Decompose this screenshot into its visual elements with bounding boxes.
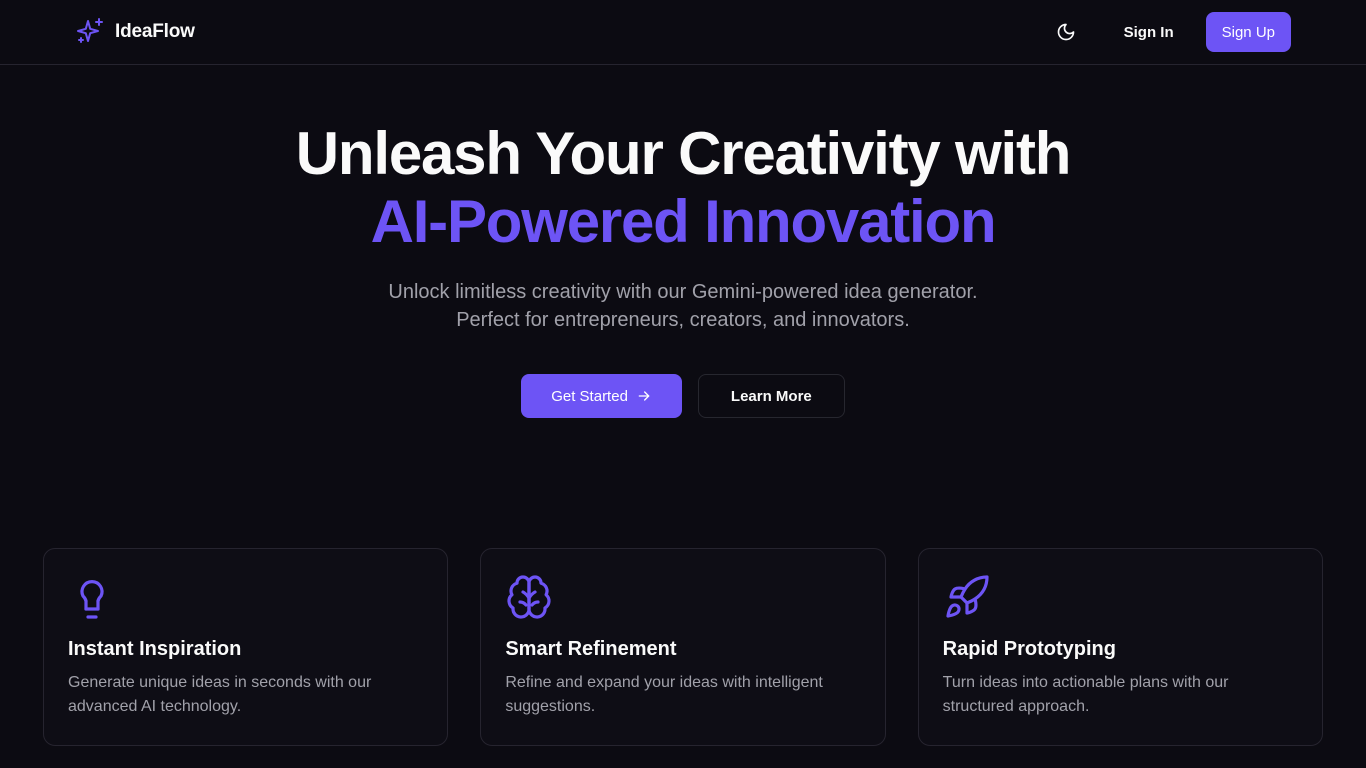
arrow-right-icon bbox=[638, 391, 650, 401]
feature-card: Smart Refinement Refine and expand your … bbox=[480, 548, 886, 746]
feature-title: Smart Refinement bbox=[505, 638, 677, 660]
sign-up-button[interactable]: Sign Up bbox=[1205, 12, 1291, 52]
hero-title-highlight: AI-Powered Innovation bbox=[370, 188, 997, 255]
lightbulb-icon bbox=[80, 580, 104, 619]
theme-toggle-button[interactable] bbox=[1046, 12, 1086, 52]
get-started-label: Get Started bbox=[551, 387, 628, 405]
rocket-icon bbox=[946, 575, 989, 618]
hero-title-line1: Unleash Your Creativity with bbox=[295, 120, 1072, 187]
sign-in-button[interactable]: Sign In bbox=[1108, 12, 1190, 52]
navbar: IdeaFlow Sign In Sign Up bbox=[0, 0, 1366, 65]
feature-description: Refine and expand your ideas with intell… bbox=[505, 674, 823, 715]
landing-page: IdeaFlow Sign In Sign Up Unleash Your Cr… bbox=[0, 0, 1366, 768]
hero-subtitle: Unlock limitless creativity with our Gem… bbox=[0, 278, 1366, 334]
nav-actions: Sign In Sign Up bbox=[1046, 12, 1291, 52]
feature-title: Rapid Prototyping bbox=[942, 638, 1116, 660]
feature-description: Generate unique ideas in seconds with ou… bbox=[68, 674, 372, 715]
hero-cta-group: Get Started Learn More bbox=[0, 374, 1366, 418]
moon-icon bbox=[1057, 23, 1074, 41]
sparkles-icon bbox=[77, 18, 103, 43]
feature-card: Instant Inspiration Generate unique idea… bbox=[43, 548, 449, 746]
features-section: Instant Inspiration Generate unique idea… bbox=[43, 548, 1323, 746]
feature-card: Rapid Prototyping Turn ideas into action… bbox=[917, 548, 1323, 746]
hero-section: Unleash Your Creativity with AI-Powered … bbox=[0, 120, 1366, 418]
learn-more-button[interactable]: Learn More bbox=[697, 374, 845, 418]
brand-logo-link[interactable]: IdeaFlow bbox=[75, 16, 195, 48]
hero-title: Unleash Your Creativity with AI-Powered … bbox=[0, 120, 1366, 256]
hero-subtitle-line2: Perfect for entrepreneurs, creators, and… bbox=[456, 309, 910, 331]
hero-subtitle-line1: Unlock limitless creativity with our Gem… bbox=[388, 281, 978, 303]
brain-icon bbox=[507, 575, 551, 619]
get-started-button[interactable]: Get Started bbox=[521, 374, 682, 418]
brand-name: IdeaFlow bbox=[115, 21, 195, 42]
feature-title: Instant Inspiration bbox=[68, 638, 242, 660]
feature-description: Turn ideas into actionable plans with ou… bbox=[942, 674, 1229, 715]
